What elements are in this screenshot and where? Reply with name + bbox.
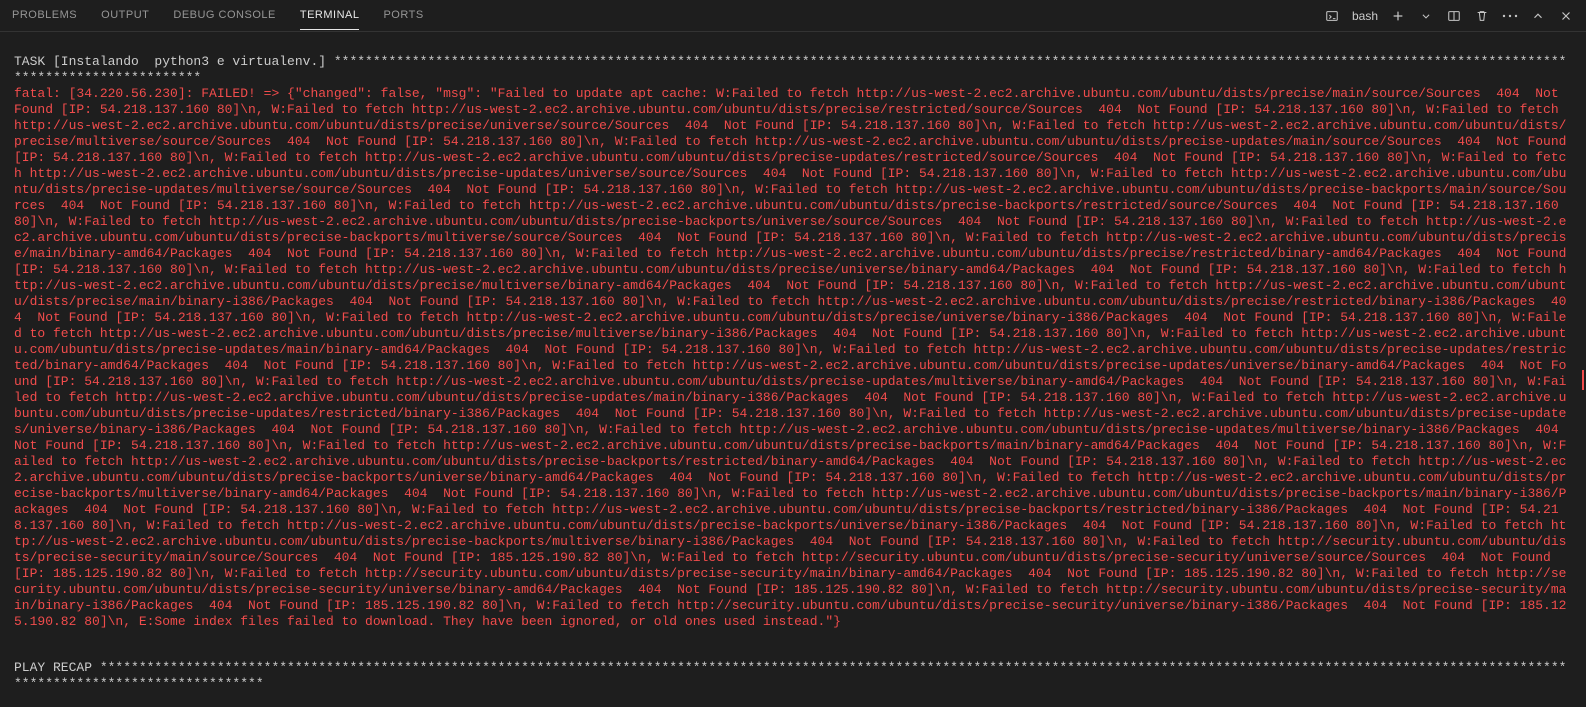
kill-terminal-icon[interactable]	[1474, 8, 1490, 24]
tab-debug-console[interactable]: DEBUG CONSOLE	[173, 1, 275, 30]
ansible-task-header: TASK [Instalando python3 e virtualenv.] …	[14, 54, 1566, 85]
panel-header: PROBLEMS OUTPUT DEBUG CONSOLE TERMINAL P…	[0, 0, 1586, 32]
ansible-play-recap-header: PLAY RECAP *****************************…	[14, 660, 1572, 692]
terminal-profile-icon[interactable]	[1324, 8, 1340, 24]
tab-problems[interactable]: PROBLEMS	[12, 1, 77, 30]
scroll-indicator	[1582, 370, 1584, 390]
maximize-panel-icon[interactable]	[1530, 8, 1546, 24]
tab-ports[interactable]: PORTS	[383, 1, 423, 30]
more-actions-icon[interactable]	[1502, 8, 1518, 24]
terminal-toolbar: bash	[1324, 8, 1574, 24]
split-terminal-icon[interactable]	[1446, 8, 1462, 24]
panel-tabs: PROBLEMS OUTPUT DEBUG CONSOLE TERMINAL P…	[12, 1, 1324, 30]
new-terminal-icon[interactable]	[1390, 8, 1406, 24]
terminal-output[interactable]: TASK [Instalando python3 e virtualenv.] …	[0, 32, 1586, 707]
ansible-fatal-output: fatal: [34.220.56.230]: FAILED! => {"cha…	[14, 86, 1574, 629]
tab-terminal[interactable]: TERMINAL	[300, 1, 360, 30]
tab-output[interactable]: OUTPUT	[101, 1, 149, 30]
shell-name[interactable]: bash	[1352, 9, 1378, 23]
chevron-down-icon[interactable]	[1418, 8, 1434, 24]
close-panel-icon[interactable]	[1558, 8, 1574, 24]
